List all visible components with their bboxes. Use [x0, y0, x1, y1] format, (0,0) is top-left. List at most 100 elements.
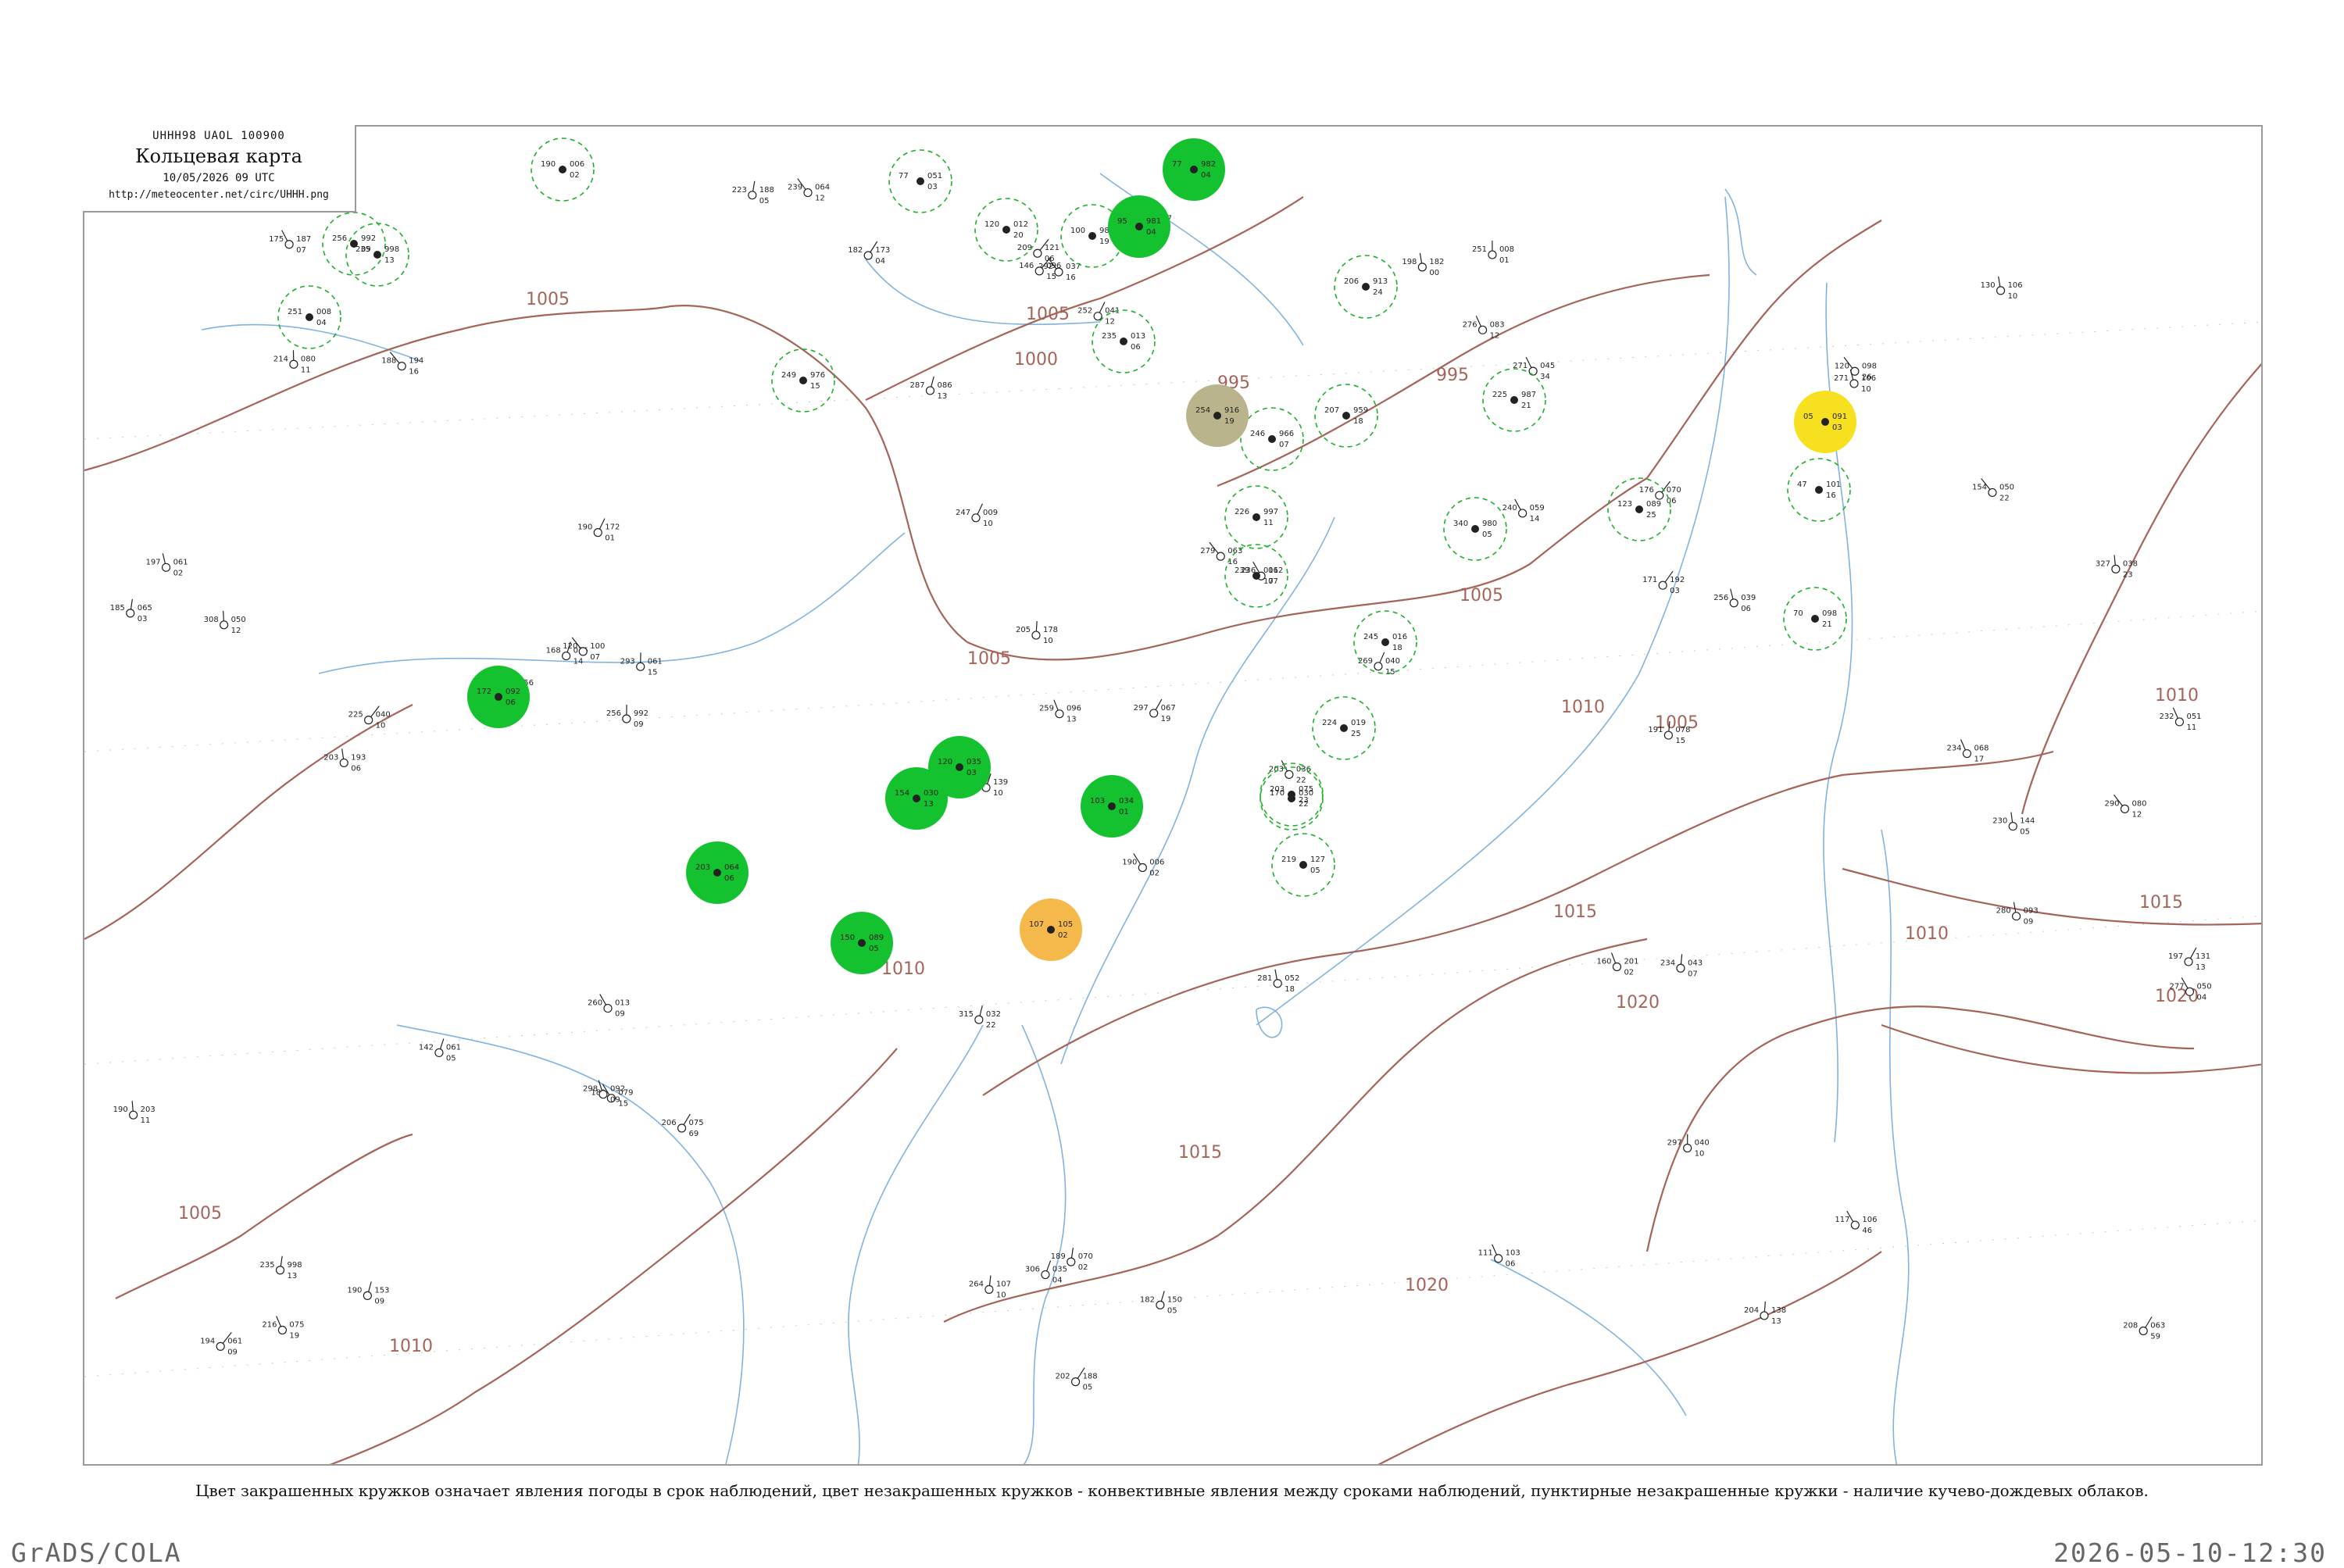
station-plot[interactable]: 18819416 — [381, 352, 423, 377]
station-plot[interactable]: 30603504 — [1025, 1261, 1067, 1285]
cb-station[interactable]: 23599813 — [346, 223, 409, 286]
station-plot[interactable]: 18506503 — [110, 599, 152, 623]
cb-station[interactable]: 7705103 — [889, 150, 952, 213]
precip-station[interactable]: 7798204 — [1163, 138, 1225, 201]
station-plot[interactable]: 23406817 — [1946, 740, 1988, 764]
station-tendency: 06 — [1045, 255, 1055, 263]
station-plot[interactable]: 28708613 — [909, 377, 952, 401]
precip-station[interactable]: 20306406 — [686, 841, 749, 904]
station-plot[interactable]: 18215005 — [1140, 1291, 1182, 1315]
station-plot[interactable]: 27104534 — [1513, 357, 1555, 381]
station-plot[interactable]: 28105218 — [1257, 970, 1299, 994]
station-plot[interactable]: 20806359 — [2123, 1317, 2165, 1341]
cb-station[interactable]: 19000602 — [531, 138, 594, 201]
precip-station[interactable]: 25491619 — [1186, 384, 1249, 447]
graticule — [84, 322, 2263, 1377]
station-plot[interactable]: 32703823 — [2096, 555, 2138, 579]
station-plot[interactable]: 13010610 — [1981, 277, 2023, 301]
station-plot[interactable]: 29706719 — [1134, 699, 1176, 723]
precip-station[interactable]: 10303401 — [1081, 775, 1143, 838]
station-plot[interactable]: 20912106 — [1017, 239, 1059, 263]
station-temp: 160 — [1596, 957, 1611, 966]
station-plot[interactable]: 20218805 — [1056, 1368, 1098, 1392]
station-plot[interactable]: 23404307 — [1660, 954, 1703, 978]
station-plot[interactable]: 20517810 — [1016, 621, 1058, 645]
station-plot[interactable]: 21408011 — [273, 350, 316, 374]
station-plot[interactable]: 31503222 — [959, 1005, 1001, 1030]
cb-station[interactable]: 23901117 — [1225, 545, 1288, 607]
precip-station[interactable]: 17209206 — [467, 666, 530, 728]
station-plot[interactable]: 29704010 — [1667, 1134, 1710, 1159]
station-pressure: 138 — [1771, 1306, 1786, 1315]
precip-station[interactable]: 0509103 — [1794, 391, 1856, 453]
cb-station[interactable]: 23501306 — [1092, 310, 1155, 373]
cb-station[interactable]: 20795918 — [1315, 384, 1377, 447]
station-plot[interactable]: 23014405 — [1992, 813, 2035, 837]
station-plot[interactable]: 11710646 — [1835, 1211, 1877, 1235]
station-plot[interactable]: 15405022 — [1972, 478, 2014, 502]
cb-station[interactable]: 22598721 — [1483, 369, 1545, 431]
station-pressure: 040 — [376, 711, 391, 720]
station-plot[interactable]: 24700910 — [956, 504, 998, 528]
station-temp: 251 — [288, 308, 302, 316]
station-plot[interactable]: 21607519 — [262, 1316, 304, 1341]
station-plot[interactable]: 19713113 — [2168, 948, 2210, 972]
station-plot[interactable]: 29809209 — [583, 1080, 625, 1105]
station-plot[interactable]: 23906412 — [788, 179, 830, 203]
map-url[interactable]: http://meteocenter.net/circ/UHHH.png — [83, 189, 355, 201]
station-plot[interactable]: 20607569 — [662, 1114, 704, 1138]
cb-station[interactable]: 22401925 — [1313, 697, 1375, 759]
station-plot[interactable]: 11110306 — [1478, 1245, 1520, 1269]
cb-station[interactable]: 22699711 — [1225, 486, 1288, 548]
station-plot[interactable]: 29008012 — [2104, 795, 2146, 819]
station-plot[interactable]: 24005914 — [1503, 499, 1545, 523]
station-plot[interactable]: 14206105 — [419, 1038, 461, 1063]
station-plot[interactable]: 18217304 — [848, 241, 890, 266]
station-temp: 103 — [1090, 797, 1105, 805]
station-plot[interactable]: 27906316 — [1200, 542, 1242, 566]
station-plot[interactable]: 19017201 — [577, 519, 620, 543]
station-plot[interactable]: 26410710 — [969, 1276, 1011, 1300]
station-circle — [1811, 615, 1819, 623]
station-tendency: 09 — [615, 1010, 625, 1019]
station-plot[interactable]: 26001309 — [588, 995, 630, 1019]
station-plot[interactable]: 25603906 — [1713, 589, 1756, 613]
station-plot[interactable]: 14609615 — [1019, 257, 1061, 281]
station-plot[interactable]: 25699209 — [606, 705, 649, 729]
precip-station[interactable]: 12003503 — [928, 736, 991, 798]
station-plot[interactable]: 19020311 — [113, 1101, 155, 1125]
station-plot[interactable]: 19818200 — [1402, 253, 1444, 277]
cb-station[interactable]: 34098005 — [1444, 498, 1506, 560]
precip-station[interactable]: 10710502 — [1020, 898, 1082, 961]
precip-station[interactable]: 9598104 — [1108, 195, 1170, 258]
station-plot[interactable]: 27608312 — [1463, 316, 1505, 340]
cb-station[interactable]: 21912705 — [1272, 834, 1335, 896]
station-plot[interactable]: 25909613 — [1039, 700, 1081, 724]
station-plot[interactable]: 17518707 — [269, 230, 311, 255]
station-plot[interactable]: 19000602 — [1122, 853, 1164, 877]
isobar-label: 1015 — [1178, 1143, 1222, 1163]
station-plot[interactable]: 19706102 — [146, 553, 188, 577]
cb-station[interactable]: 20691324 — [1335, 255, 1397, 318]
cb-station[interactable]: 7009821 — [1784, 588, 1846, 650]
station-temp: 235 — [356, 245, 370, 254]
cb-station[interactable]: 25100804 — [278, 286, 341, 348]
station-plot[interactable]: 25100801 — [1472, 241, 1514, 265]
station-circle — [559, 166, 566, 173]
station-plot[interactable]: 22504010 — [348, 706, 391, 730]
station-plot[interactable]: 16020102 — [1596, 952, 1638, 977]
station-plot[interactable]: 19406109 — [200, 1332, 242, 1356]
cb-station[interactable]: 24997615 — [772, 349, 834, 412]
station-tendency: 09 — [374, 1297, 384, 1305]
station-plot[interactable]: 30805012 — [204, 611, 246, 635]
station-temp: 154 — [1972, 483, 1987, 491]
precip-station[interactable]: 15008905 — [831, 912, 893, 974]
station-circle — [1285, 770, 1293, 778]
station-plot[interactable]: 23599813 — [260, 1256, 302, 1280]
station-tendency: 19 — [1161, 715, 1171, 723]
station-plot[interactable]: 22318805 — [732, 181, 774, 205]
station-plot[interactable]: 23205111 — [2159, 708, 2201, 732]
station-plot[interactable]: 19015309 — [347, 1281, 389, 1305]
station-plot[interactable]: 29306115 — [620, 652, 663, 677]
cb-station[interactable]: 25699209 — [323, 213, 385, 275]
